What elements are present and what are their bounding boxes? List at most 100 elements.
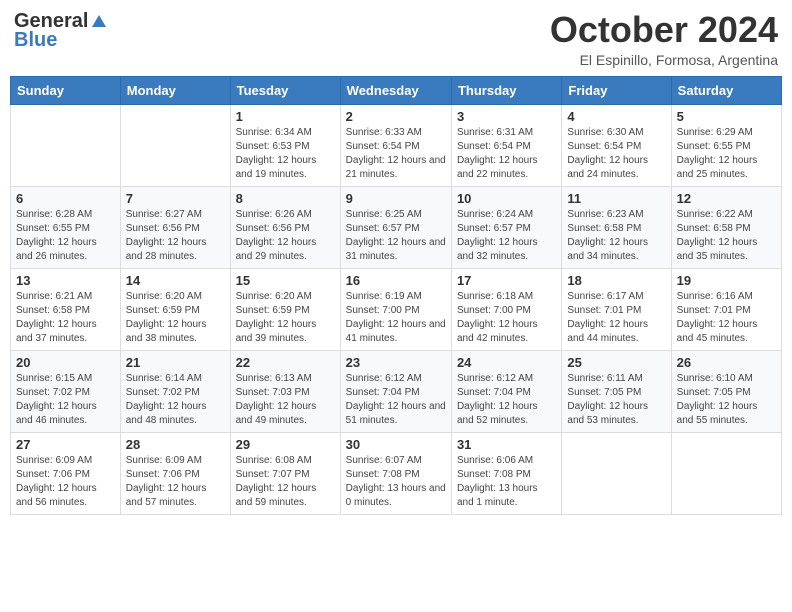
table-row: 13 Sunrise: 6:21 AMSunset: 6:58 PMDayligh…	[11, 268, 121, 350]
table-row: 20Sunrise: 6:15 AMSunset: 7:02 PMDayligh…	[11, 350, 121, 432]
day-info: Sunrise: 6:11 AMSunset: 7:05 PMDaylight:…	[567, 373, 648, 426]
day-info: Sunrise: 6:34 AMSunset: 6:53 PMDaylight:…	[236, 127, 317, 180]
day-info: Sunrise: 6:28 AMSunset: 6:55 PMDaylight:…	[16, 209, 97, 262]
day-info: Sunrise: 6:22 AMSunset: 6:58 PMDaylight:…	[677, 209, 758, 262]
table-row: 18 Sunrise: 6:17 AMSunset: 7:01 PMDayligh…	[562, 268, 671, 350]
subtitle: El Espinillo, Formosa, Argentina	[550, 52, 778, 68]
day-info: Sunrise: 6:33 AMSunset: 6:54 PMDaylight:…	[346, 127, 446, 180]
day-number: 13	[16, 273, 115, 288]
day-number: 24	[457, 355, 556, 370]
day-info: Sunrise: 6:24 AMSunset: 6:57 PMDaylight:…	[457, 209, 538, 262]
day-info: Sunrise: 6:27 AMSunset: 6:56 PMDaylight:…	[126, 209, 207, 262]
header-sunday: Sunday	[11, 76, 121, 104]
table-row: 30 Sunrise: 6:07 AMSunset: 7:08 PMDayligh…	[340, 432, 451, 514]
table-row: 24Sunrise: 6:12 AMSunset: 7:04 PMDayligh…	[451, 350, 561, 432]
day-info: Sunrise: 6:23 AMSunset: 6:58 PMDaylight:…	[567, 209, 648, 262]
table-row: 7Sunrise: 6:27 AMSunset: 6:56 PMDaylight…	[120, 186, 230, 268]
day-number: 20	[16, 355, 115, 370]
day-info: Sunrise: 6:17 AMSunset: 7:01 PMDaylight:…	[567, 291, 648, 344]
calendar-header-row: Sunday Monday Tuesday Wednesday Thursday…	[11, 76, 782, 104]
day-number: 3	[457, 109, 556, 124]
day-number: 29	[236, 437, 335, 452]
table-row: 19 Sunrise: 6:16 AMSunset: 7:01 PMDayligh…	[671, 268, 781, 350]
day-number: 27	[16, 437, 115, 452]
header-friday: Friday	[562, 76, 671, 104]
day-number: 30	[346, 437, 446, 452]
table-row: 31 Sunrise: 6:06 AMSunset: 7:08 PMDayligh…	[451, 432, 561, 514]
day-info: Sunrise: 6:21 AMSunset: 6:58 PMDaylight:…	[16, 291, 97, 344]
day-number: 5	[677, 109, 776, 124]
table-row: 26 Sunrise: 6:10 AMSunset: 7:05 PMDayligh…	[671, 350, 781, 432]
month-title: October 2024	[550, 10, 778, 50]
table-row	[671, 432, 781, 514]
table-row	[11, 104, 121, 186]
table-row: 15 Sunrise: 6:20 AMSunset: 6:59 PMDayligh…	[230, 268, 340, 350]
day-info: Sunrise: 6:20 AMSunset: 6:59 PMDaylight:…	[126, 291, 207, 344]
table-row: 8 Sunrise: 6:26 AMSunset: 6:56 PMDaylight…	[230, 186, 340, 268]
header-saturday: Saturday	[671, 76, 781, 104]
day-info: Sunrise: 6:06 AMSunset: 7:08 PMDaylight:…	[457, 455, 538, 508]
table-row: 23Sunrise: 6:12 AMSunset: 7:04 PMDayligh…	[340, 350, 451, 432]
calendar-week-5: 27 Sunrise: 6:09 AMSunset: 7:06 PMDayligh…	[11, 432, 782, 514]
day-info: Sunrise: 6:26 AMSunset: 6:56 PMDaylight:…	[236, 209, 317, 262]
day-info: Sunrise: 6:09 AMSunset: 7:06 PMDaylight:…	[16, 455, 97, 508]
day-info: Sunrise: 6:19 AMSunset: 7:00 PMDaylight:…	[346, 291, 446, 344]
day-info: Sunrise: 6:16 AMSunset: 7:01 PMDaylight:…	[677, 291, 758, 344]
day-number: 21	[126, 355, 225, 370]
day-info: Sunrise: 6:09 AMSunset: 7:06 PMDaylight:…	[126, 455, 207, 508]
table-row: 22 Sunrise: 6:13 AMSunset: 7:03 PMDayligh…	[230, 350, 340, 432]
day-info: Sunrise: 6:29 AMSunset: 6:55 PMDaylight:…	[677, 127, 758, 180]
header-thursday: Thursday	[451, 76, 561, 104]
table-row: 29 Sunrise: 6:08 AMSunset: 7:07 PMDayligh…	[230, 432, 340, 514]
day-info: Sunrise: 6:08 AMSunset: 7:07 PMDaylight:…	[236, 455, 317, 508]
table-row: 25 Sunrise: 6:11 AMSunset: 7:05 PMDayligh…	[562, 350, 671, 432]
table-row	[120, 104, 230, 186]
day-number: 22	[236, 355, 335, 370]
header-tuesday: Tuesday	[230, 76, 340, 104]
day-info: Sunrise: 6:13 AMSunset: 7:03 PMDaylight:…	[236, 373, 317, 426]
day-info: Sunrise: 6:14 AMSunset: 7:02 PMDaylight:…	[126, 373, 207, 426]
table-row: 27 Sunrise: 6:09 AMSunset: 7:06 PMDayligh…	[11, 432, 121, 514]
day-number: 12	[677, 191, 776, 206]
calendar-week-1: 1 Sunrise: 6:34 AMSunset: 6:53 PMDaylight…	[11, 104, 782, 186]
table-row: 21 Sunrise: 6:14 AMSunset: 7:02 PMDayligh…	[120, 350, 230, 432]
calendar-table: Sunday Monday Tuesday Wednesday Thursday…	[10, 76, 782, 515]
day-number: 31	[457, 437, 556, 452]
table-row: 28 Sunrise: 6:09 AMSunset: 7:06 PMDayligh…	[120, 432, 230, 514]
day-number: 26	[677, 355, 776, 370]
day-number: 15	[236, 273, 335, 288]
header-monday: Monday	[120, 76, 230, 104]
day-number: 14	[126, 273, 225, 288]
table-row: 10 Sunrise: 6:24 AMSunset: 6:57 PMDayligh…	[451, 186, 561, 268]
day-info: Sunrise: 6:07 AMSunset: 7:08 PMDaylight:…	[346, 455, 446, 508]
table-row: 3 Sunrise: 6:31 AMSunset: 6:54 PMDaylight…	[451, 104, 561, 186]
table-row: 5 Sunrise: 6:29 AMSunset: 6:55 PMDaylight…	[671, 104, 781, 186]
table-row	[562, 432, 671, 514]
day-number: 16	[346, 273, 446, 288]
table-row: 4 Sunrise: 6:30 AMSunset: 6:54 PMDaylight…	[562, 104, 671, 186]
title-section: October 2024 El Espinillo, Formosa, Arge…	[550, 10, 778, 68]
table-row: 16 Sunrise: 6:19 AMSunset: 7:00 PMDayligh…	[340, 268, 451, 350]
day-number: 1	[236, 109, 335, 124]
logo-icon	[90, 13, 108, 31]
day-number: 6	[16, 191, 115, 206]
day-number: 11	[567, 191, 665, 206]
day-number: 25	[567, 355, 665, 370]
page-header: General Blue October 2024 El Espinillo, …	[10, 10, 782, 68]
logo-blue-text: Blue	[14, 29, 57, 52]
table-row: 9Sunrise: 6:25 AMSunset: 6:57 PMDaylight…	[340, 186, 451, 268]
day-number: 19	[677, 273, 776, 288]
table-row: 14 Sunrise: 6:20 AMSunset: 6:59 PMDayligh…	[120, 268, 230, 350]
day-number: 23	[346, 355, 446, 370]
day-number: 8	[236, 191, 335, 206]
day-number: 28	[126, 437, 225, 452]
day-number: 4	[567, 109, 665, 124]
logo: General Blue	[14, 10, 108, 52]
day-info: Sunrise: 6:10 AMSunset: 7:05 PMDaylight:…	[677, 373, 758, 426]
day-info: Sunrise: 6:31 AMSunset: 6:54 PMDaylight:…	[457, 127, 538, 180]
calendar-week-2: 6 Sunrise: 6:28 AMSunset: 6:55 PMDaylight…	[11, 186, 782, 268]
day-number: 18	[567, 273, 665, 288]
day-number: 10	[457, 191, 556, 206]
day-info: Sunrise: 6:30 AMSunset: 6:54 PMDaylight:…	[567, 127, 648, 180]
day-info: Sunrise: 6:20 AMSunset: 6:59 PMDaylight:…	[236, 291, 317, 344]
